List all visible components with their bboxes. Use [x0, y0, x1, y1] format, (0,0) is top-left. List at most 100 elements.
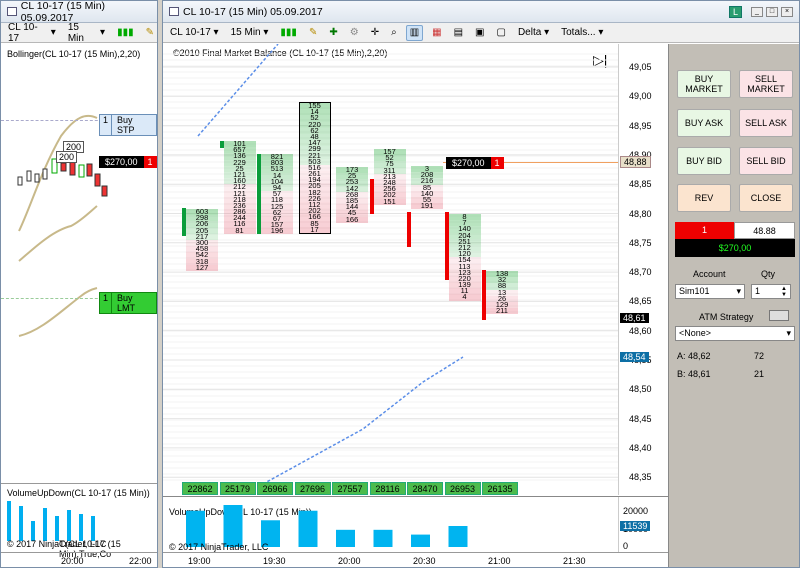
position-pnl: $270,00	[675, 239, 795, 257]
sell-ask-button[interactable]: SELL ASK	[739, 109, 793, 137]
chevron-down-icon: ▾	[786, 328, 791, 338]
ask-price-label: A: 48,62	[677, 351, 711, 361]
footprint-column[interactable]: 603 298 206 205 217 300 458 542 318 127	[186, 208, 218, 271]
volume-bar	[448, 526, 468, 547]
left-interval-selector[interactable]: 15 Min ▾	[65, 22, 108, 44]
close-button[interactable]: ×	[781, 6, 793, 17]
price-tick-label: 48,80	[629, 208, 652, 219]
footprint-cell: 151	[373, 197, 406, 205]
delta-dropdown[interactable]: Delta ▾	[515, 25, 552, 41]
zoom-icon[interactable]: ⌕	[388, 25, 400, 41]
atm-strategy-label: ATM Strategy	[699, 312, 754, 322]
column-totals-row: 22862 25179 26966 27696 27557 28116 28470 26953…	[163, 482, 618, 495]
sell-market-button[interactable]: SELL MARKET	[739, 70, 793, 98]
buy-market-button[interactable]: BUY MARKET	[677, 70, 731, 98]
volume-bar	[336, 529, 355, 547]
footprint-cell: 191	[411, 202, 443, 209]
bar-type-icon[interactable]: ▮▮▮	[114, 25, 137, 41]
right-pnl-value: $270,00	[446, 157, 491, 169]
footprint-chart: 603 298 206 205 217 300 458 542 318 127 101 657 136 2…	[163, 44, 618, 484]
atm-strategy-select[interactable]: <None> ▾	[675, 326, 795, 341]
left-title-bar[interactable]: CL 10-17 (15 Min) 05.09.2017	[1, 1, 157, 24]
footprint-column[interactable]: 173 25 253 142 268 185 144 45 166	[336, 166, 368, 223]
left-volume-divider	[1, 483, 157, 484]
buy-ask-button[interactable]: BUY ASK	[677, 109, 731, 137]
right-instrument-selector[interactable]: CL 10-17 ▾	[167, 25, 222, 41]
left-chart-window: CL 10-17 (15 Min) 05.09.2017 CL 10-17 ▾ …	[0, 0, 158, 568]
left-buy-stp-order[interactable]: 1 Buy STP	[99, 114, 157, 136]
footprint-column[interactable]: 155 14 52 220 62 48 147 299 221 503 516 261 194 205 18…	[298, 102, 331, 234]
qty-stepper[interactable]: 1 ▲ ▼	[751, 284, 791, 299]
atm-settings-button[interactable]	[769, 310, 789, 321]
left-candles	[17, 158, 108, 197]
left-pnl-qty: 1	[143, 156, 157, 168]
price-tick-label: 48,70	[629, 267, 652, 278]
bar-type-icon[interactable]: ▮▮▮	[277, 25, 300, 41]
footprint-bar	[407, 212, 411, 247]
chart-trader-icon[interactable]: ▥	[405, 24, 424, 41]
account-select[interactable]: Sim101 ▾	[675, 284, 745, 299]
add-indicator-icon[interactable]: ✚	[326, 25, 340, 41]
footprint-column[interactable]: 157 52 75 311 213 248 256 202 151	[373, 148, 406, 205]
totals-dropdown[interactable]: Totals... ▾	[558, 25, 606, 41]
left-order-box-2[interactable]: 200	[56, 151, 78, 163]
price-tick-label: 49,05	[629, 62, 652, 72]
right-interval-selector[interactable]: 15 Min ▾	[228, 25, 272, 41]
buy-lmt-qty: 1	[99, 292, 113, 314]
volume-bar	[298, 510, 318, 547]
footprint-cell: 211	[486, 307, 518, 314]
account-label: Account	[693, 269, 726, 279]
close-position-button[interactable]: CLOSE	[739, 184, 793, 212]
footprint-cell: 166	[336, 215, 368, 223]
footprint-column[interactable]: 138 32 88 13 26 129 211	[486, 270, 518, 314]
left-buy-lmt-order[interactable]: 1 Buy LMT	[99, 292, 157, 314]
footprint-column[interactable]: 8 7 140 204 251 212 120 154 113 123 220 139 11 4	[448, 213, 481, 301]
chevron-down-icon: ▾	[736, 286, 741, 296]
price-axis[interactable]: 49,05 49,00 48,95 48,90 48,85 48,80 48,75 48,70…	[618, 44, 668, 495]
footprint-column[interactable]: 3 208 216 85 140 55 191	[411, 165, 443, 209]
template-icon[interactable]: ▢	[494, 25, 509, 41]
buy-bid-button[interactable]: BUY BID	[677, 147, 731, 175]
pencil-icon[interactable]: ✎	[306, 25, 320, 41]
link-badge[interactable]: L	[728, 5, 742, 18]
column-total: 28116	[369, 482, 406, 495]
column-total: 22862	[182, 482, 218, 495]
snapshot-icon[interactable]: ▣	[472, 25, 487, 41]
column-total: 27696	[294, 482, 331, 495]
properties-icon[interactable]: ▤	[451, 25, 466, 41]
right-title-bar[interactable]: CL 10-17 (15 Min) 05.09.2017 L _ □ ×	[163, 1, 799, 23]
price-tick-label: 48,65	[629, 296, 652, 307]
last-price-marker-2: 48,61	[620, 313, 649, 323]
data-box-icon[interactable]: ▦	[429, 25, 444, 41]
left-instrument-selector[interactable]: CL 10-17 ▾	[5, 22, 59, 44]
right-pnl-flag[interactable]: $270,00 1	[446, 157, 504, 169]
price-tick-label: 48,60	[629, 325, 652, 336]
footprint-cell: 17	[299, 225, 330, 233]
left-pnl-flag[interactable]: $270,00 1	[99, 156, 157, 168]
footprint-column[interactable]: 821 803 513 14 104 94 57 118 125 62 67 157 196	[261, 153, 293, 235]
left-indicator-label: Bollinger(CL 10-17 (15 Min),2,20)	[7, 49, 141, 59]
right-toolbar: CL 10-17 ▾ 15 Min ▾ ▮▮▮ ✎ ✚ ⚙ ✛ ⌕ ▥ ▦ ▤ …	[163, 23, 799, 43]
time-axis[interactable]: 19:00 19:30 20:00 20:30 21:00 21:30	[163, 552, 668, 567]
strategy-icon[interactable]: ⚙	[347, 25, 362, 41]
footprint-column[interactable]: 101 657 136 229 25 121 160 212 121 218 236 286 244 11…	[223, 140, 256, 234]
crosshair-icon[interactable]: ✛	[368, 25, 382, 41]
footprint-cell: 196	[261, 227, 293, 235]
maximize-button[interactable]: □	[766, 6, 778, 17]
right-chart-window: CL 10-17 (15 Min) 05.09.2017 L _ □ × CL …	[162, 0, 800, 568]
left-time-axis: 20:00 22:00	[1, 552, 157, 567]
pencil-icon[interactable]: ✎	[143, 25, 157, 41]
price-tick-label: 48,35	[629, 472, 652, 483]
minimize-button[interactable]: _	[751, 6, 763, 17]
column-total: 26135	[482, 482, 518, 495]
bid-size: 21	[754, 369, 765, 379]
reverse-button[interactable]: REV	[677, 184, 731, 212]
price-tick-label: 49,00	[629, 91, 652, 102]
last-price-marker-3: 48,54	[620, 352, 649, 362]
sell-bid-button[interactable]: SELL BID	[739, 147, 793, 175]
position-price: 48.88	[734, 222, 795, 239]
ask-size: 72	[754, 351, 765, 361]
price-tick-label: 48,75	[629, 237, 652, 248]
position-qty: 1	[675, 222, 734, 239]
price-tick-label: 48,45	[629, 413, 652, 424]
